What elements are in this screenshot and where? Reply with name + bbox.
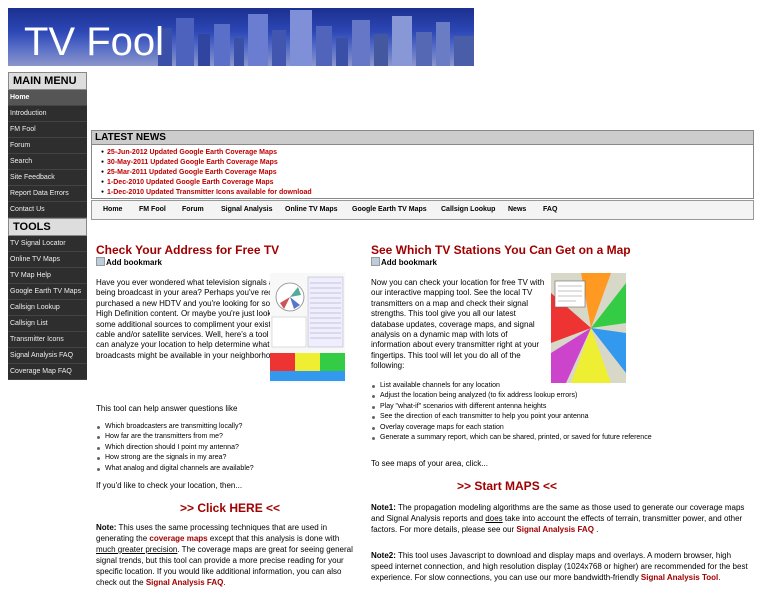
news-item[interactable]: 25-Jun-2012 Updated Google Earth Coverag… [101, 147, 753, 157]
list-item: Overlay coverage maps for each station [371, 423, 671, 433]
sidebar-item-transmitter-icons[interactable]: Transmitter Icons [8, 332, 87, 348]
list-item: See the direction of each transmitter to… [371, 412, 671, 422]
news-item[interactable]: 1-Dec-2010 Updated Transmitter Icons ava… [101, 187, 753, 197]
list-item: What analog and digital channels are ava… [96, 464, 356, 474]
left-check-text: If you'd like to check your location, th… [96, 481, 243, 490]
main-menu-title: MAIN MENU [8, 72, 87, 90]
left-help-intro: This tool can help answer questions like [96, 404, 238, 413]
latest-news-title: LATEST NEWS [92, 131, 753, 145]
list-item: Which direction should I point my antenn… [96, 443, 356, 453]
sidebar-item-tv-signal-locator[interactable]: TV Signal Locator [8, 236, 87, 252]
signal-report-thumbnail[interactable] [270, 273, 345, 383]
sidebar-item-callsign-list[interactable]: Callsign List [8, 316, 87, 332]
nav-signal-analysis[interactable]: Signal Analysis [221, 201, 272, 219]
sidebar-item-report-data-errors[interactable]: Report Data Errors [8, 186, 87, 202]
left-title[interactable]: Check Your Address for Free TV [96, 244, 358, 257]
left-note: Note: This uses the same processing tech… [96, 523, 353, 587]
nav-faq[interactable]: FAQ [543, 201, 557, 219]
right-bookmark-link[interactable]: Add bookmark [371, 257, 752, 268]
top-navigation: Home FM Fool Forum Signal Analysis Onlin… [91, 200, 754, 220]
right-title[interactable]: See Which TV Stations You Can Get on a M… [371, 244, 752, 257]
left-column: Check Your Address for Free TV Add bookm… [96, 244, 358, 268]
right-feature-list: List available channels for any location… [371, 381, 671, 443]
nav-callsign-lookup[interactable]: Callsign Lookup [441, 201, 495, 219]
sidebar-item-contact-us[interactable]: Contact Us [8, 202, 87, 218]
right-column: See Which TV Stations You Can Get on a M… [371, 244, 752, 268]
list-item: Adjust the location being analyzed (to f… [371, 391, 671, 401]
nav-fm-fool[interactable]: FM Fool [139, 201, 166, 219]
right-note1: Note1: The propagation modeling algorith… [371, 503, 745, 534]
coverage-maps-link[interactable]: coverage maps [149, 534, 207, 543]
bookmark-icon [96, 257, 105, 266]
list-item: How strong are the signals in my area? [96, 453, 356, 463]
sidebar-item-tv-map-help[interactable]: TV Map Help [8, 268, 87, 284]
sidebar-item-online-tv-maps[interactable]: Online TV Maps [8, 252, 87, 268]
sidebar-item-introduction[interactable]: Introduction [8, 106, 87, 122]
sidebar: MAIN MENU Home Introduction FM Fool Foru… [8, 72, 87, 380]
nav-home[interactable]: Home [103, 201, 122, 219]
nav-google-earth-tv-maps[interactable]: Google Earth TV Maps [352, 201, 427, 219]
list-item: Which broadcasters are transmitting loca… [96, 422, 356, 432]
bookmark-icon [371, 257, 380, 266]
list-item: Play "what-if" scenarios with different … [371, 402, 671, 412]
latest-news-box: LATEST NEWS 25-Jun-2012 Updated Google E… [91, 130, 754, 199]
tv-map-thumbnail[interactable] [551, 273, 626, 383]
nav-online-tv-maps[interactable]: Online TV Maps [285, 201, 338, 219]
sidebar-item-signal-analysis-faq[interactable]: Signal Analysis FAQ [8, 348, 87, 364]
click-here-button[interactable]: >> Click HERE << [180, 501, 280, 515]
news-item[interactable]: 1-Dec-2010 Updated Google Earth Coverage… [101, 177, 753, 187]
list-item: List available channels for any location [371, 381, 671, 391]
signal-analysis-faq-link[interactable]: Signal Analysis FAQ [146, 578, 224, 587]
sidebar-item-callsign-lookup[interactable]: Callsign Lookup [8, 300, 87, 316]
start-maps-button[interactable]: >> Start MAPS << [457, 479, 557, 493]
sidebar-item-fm-fool[interactable]: FM Fool [8, 122, 87, 138]
much-greater-precision-link[interactable]: much greater precision [96, 545, 177, 554]
sidebar-item-site-feedback[interactable]: Site Feedback [8, 170, 87, 186]
sidebar-item-forum[interactable]: Forum [8, 138, 87, 154]
right-note2: Note2: This tool uses Javascript to down… [371, 551, 748, 582]
news-item[interactable]: 30-May-2011 Updated Google Earth Coverag… [101, 157, 753, 167]
tools-title: TOOLS [8, 218, 87, 236]
nav-forum[interactable]: Forum [182, 201, 204, 219]
sidebar-item-search[interactable]: Search [8, 154, 87, 170]
sidebar-item-google-earth-tv-maps[interactable]: Google Earth TV Maps [8, 284, 87, 300]
left-bookmark-link[interactable]: Add bookmark [96, 257, 358, 268]
left-question-list: Which broadcasters are transmitting loca… [96, 422, 356, 474]
news-item[interactable]: 25-Mar-2011 Updated Google Earth Coverag… [101, 167, 753, 177]
sidebar-item-coverage-map-faq[interactable]: Coverage Map FAQ [8, 364, 87, 380]
signal-analysis-tool-link[interactable]: Signal Analysis Tool [641, 573, 718, 582]
right-intro: Now you can check your location for free… [371, 278, 545, 371]
site-logo[interactable]: TV Fool [24, 22, 164, 62]
left-intro: Have you ever wondered what television s… [96, 278, 294, 360]
nav-news[interactable]: News [508, 201, 526, 219]
list-item: How far are the transmitters from me? [96, 432, 356, 442]
right-maps-text: To see maps of your area, click... [371, 459, 488, 468]
list-item: Generate a summary report, which can be … [371, 433, 671, 443]
signal-analysis-faq-link[interactable]: Signal Analysis FAQ [516, 525, 594, 534]
sidebar-item-home[interactable]: Home [8, 90, 87, 106]
site-banner: TV Fool [8, 8, 474, 66]
